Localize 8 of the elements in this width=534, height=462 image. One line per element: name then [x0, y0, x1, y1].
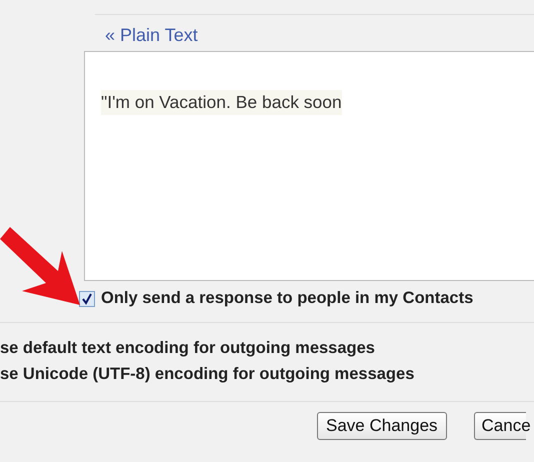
message-text: "I'm on Vacation. Be back soon — [101, 90, 342, 115]
message-field[interactable]: "I'm on Vacation. Be back soon — [84, 51, 534, 281]
plain-text-link[interactable]: « Plain Text — [105, 25, 198, 46]
contacts-checkbox[interactable] — [79, 290, 95, 306]
encoding-option: se default text encoding for outgoing messages — [0, 335, 534, 361]
checkbox-label: Only send a response to people in my Contacts — [101, 289, 474, 308]
save-button[interactable]: Save Changes — [317, 412, 447, 440]
encoding-option: se Unicode (UTF-8) encoding for outgoing messages — [0, 361, 534, 387]
